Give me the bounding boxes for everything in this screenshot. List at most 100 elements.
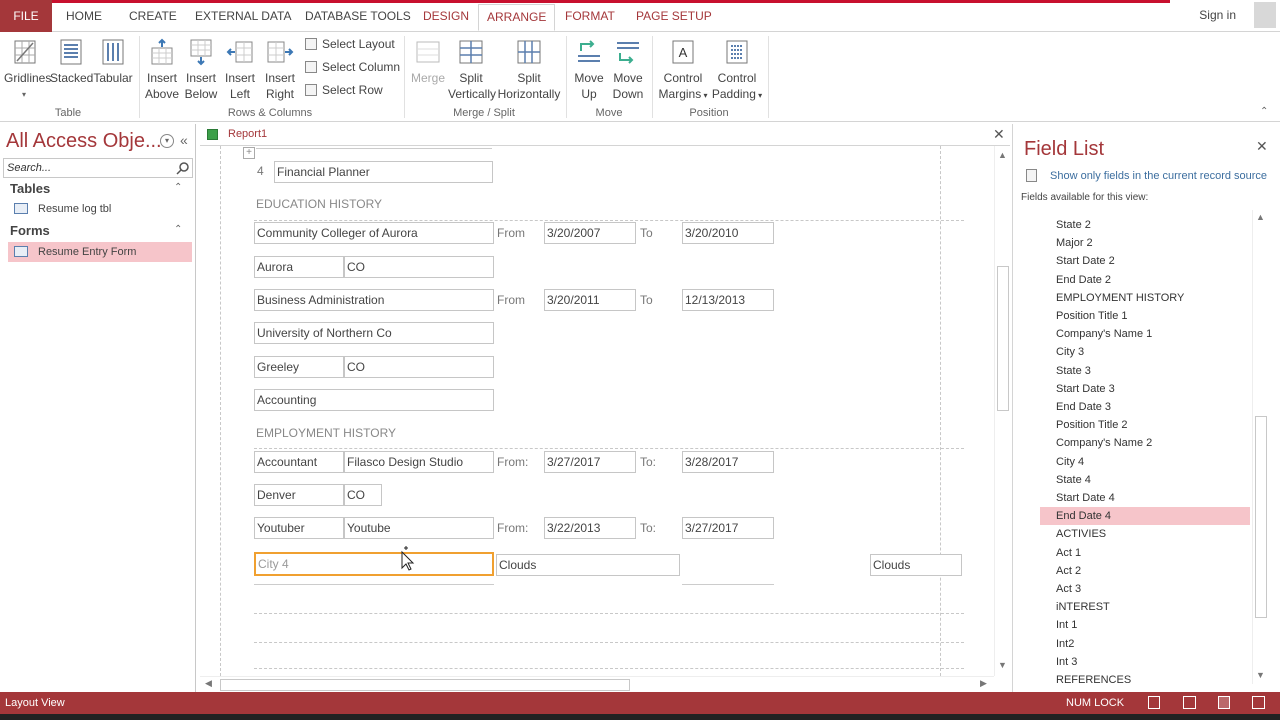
scroll-right-icon[interactable]: ▶ — [980, 678, 987, 689]
field-end-date[interactable]: 3/27/2017 — [682, 517, 774, 539]
field-position-title[interactable]: Accountant — [254, 451, 344, 473]
field-state[interactable]: CO — [344, 484, 382, 506]
field-list-item[interactable]: Position Title 1 — [1040, 307, 1250, 325]
tab-external-data[interactable]: EXTERNAL DATA — [187, 4, 299, 31]
split-vertically-button[interactable]: Split Vertically — [448, 38, 496, 102]
field-end-date[interactable]: 12/13/2013 — [682, 289, 774, 311]
field-city[interactable]: Denver — [254, 484, 344, 506]
move-up-button[interactable]: Move Up — [570, 38, 608, 102]
nav-pane-title[interactable]: All Access Obje... — [6, 130, 162, 153]
select-column-button[interactable]: Select Column — [305, 60, 400, 74]
tab-arrange[interactable]: ARRANGE — [478, 4, 556, 31]
report-view-icon[interactable] — [1148, 696, 1160, 709]
collapse-ribbon-icon[interactable]: ⌃ — [1260, 106, 1268, 117]
field-company-name[interactable]: Filasco Design Studio — [344, 451, 494, 473]
insert-below-button[interactable]: Insert Below — [181, 38, 221, 102]
tab-home[interactable]: HOME — [58, 4, 110, 31]
tab-create[interactable]: CREATE — [121, 4, 185, 31]
field-list-item[interactable]: City 4 — [1040, 453, 1250, 471]
nav-dropdown-icon[interactable]: ▾ — [160, 134, 174, 148]
field-list-item[interactable]: State 3 — [1040, 362, 1250, 380]
field-end-date[interactable]: 3/28/2017 — [682, 451, 774, 473]
tab-report1[interactable]: Report1 — [228, 128, 267, 140]
field-list-item[interactable]: End Date 3 — [1040, 398, 1250, 416]
nav-section-forms[interactable]: Forms — [0, 220, 196, 242]
field-start-date[interactable]: 3/20/2011 — [544, 289, 636, 311]
select-layout-button[interactable]: Select Layout — [305, 37, 395, 51]
field-list-item[interactable]: Int 1 — [1040, 616, 1250, 634]
insert-left-button[interactable]: Insert Left — [220, 38, 260, 102]
gridlines-button[interactable]: Gridlines — [4, 38, 51, 86]
sign-in-link[interactable]: Sign in — [1199, 8, 1236, 22]
insert-above-button[interactable]: Insert Above — [142, 38, 182, 102]
shutter-bar-icon[interactable]: « — [180, 132, 188, 148]
collapse-section-icon[interactable]: ⌃ — [174, 224, 182, 235]
tab-design[interactable]: DESIGN — [415, 4, 477, 31]
field-state[interactable]: CO — [344, 256, 494, 278]
control-margins-button[interactable]: A Control Margins ▾ — [656, 38, 710, 104]
tab-file[interactable]: FILE — [0, 0, 52, 32]
design-view-icon[interactable] — [1252, 696, 1265, 709]
field-list-item[interactable]: Start Date 4 — [1040, 489, 1250, 507]
field-start-date[interactable]: 3/22/2013 — [544, 517, 636, 539]
field-major[interactable]: Business Administration — [254, 289, 494, 311]
scroll-thumb[interactable] — [997, 266, 1009, 411]
field-list-item[interactable]: Start Date 2 — [1040, 252, 1250, 270]
scroll-down-icon[interactable]: ▼ — [998, 660, 1007, 670]
select-row-button[interactable]: Select Row — [305, 83, 383, 97]
field-list-item[interactable]: End Date 4 — [1040, 507, 1250, 526]
field-company-name[interactable]: Youtube — [344, 517, 494, 539]
scroll-up-icon[interactable]: ▲ — [1256, 212, 1265, 222]
field-state[interactable]: CO — [344, 356, 494, 378]
scroll-thumb[interactable] — [1255, 416, 1267, 618]
field-list-item[interactable]: ACTIVIES — [1040, 525, 1250, 543]
field-list-item[interactable]: EMPLOYMENT HISTORY — [1040, 289, 1250, 307]
field-company-name[interactable]: Clouds — [496, 554, 680, 576]
field-list-item[interactable]: Act 2 — [1040, 562, 1250, 580]
field-list-item[interactable]: Act 3 — [1040, 580, 1250, 598]
field-city[interactable]: Greeley — [254, 356, 344, 378]
field-start-date[interactable]: 3/27/2017 — [544, 451, 636, 473]
layout-view-icon[interactable] — [1218, 696, 1230, 709]
avatar[interactable] — [1254, 2, 1276, 28]
field-list-item[interactable]: City 3 — [1040, 343, 1250, 361]
field-list-item[interactable]: REFERENCES — [1040, 671, 1250, 689]
print-preview-icon[interactable] — [1183, 696, 1196, 709]
field-major[interactable]: Accounting — [254, 389, 494, 411]
split-horizontally-button[interactable]: Split Horizontally — [496, 38, 562, 102]
scroll-up-icon[interactable]: ▲ — [998, 150, 1007, 160]
tabular-button[interactable]: Tabular — [92, 38, 134, 86]
close-field-list-icon[interactable]: ✕ — [1256, 138, 1268, 155]
show-only-fields-link[interactable]: Show only fields in the current record s… — [1050, 170, 1267, 182]
field-list-item[interactable]: Company's Name 2 — [1040, 434, 1250, 452]
field-list-item[interactable]: Major 2 — [1040, 234, 1250, 252]
move-down-button[interactable]: Move Down — [609, 38, 647, 102]
tab-database-tools[interactable]: DATABASE TOOLS — [297, 4, 419, 31]
field-financial-planner[interactable]: Financial Planner — [274, 161, 493, 183]
close-document-icon[interactable]: ✕ — [993, 126, 1005, 143]
field-start-date[interactable]: 3/20/2007 — [544, 222, 636, 244]
field-list-item[interactable]: iNTEREST — [1040, 598, 1250, 616]
field-company-name[interactable]: Clouds — [870, 554, 962, 576]
report-vertical-scrollbar[interactable]: ▲ ▼ — [994, 146, 1010, 676]
field-list-item[interactable]: End Date 2 — [1040, 271, 1250, 289]
tab-page-setup[interactable]: PAGE SETUP — [628, 4, 720, 31]
gridlines-dropdown-icon[interactable]: ▾ — [22, 90, 26, 99]
field-list-item[interactable]: Int2 — [1040, 635, 1250, 653]
stacked-button[interactable]: Stacked — [50, 38, 93, 86]
nav-item-resume-log-tbl[interactable]: Resume log tbl — [8, 199, 192, 219]
search-icon[interactable] — [176, 161, 190, 175]
tab-format[interactable]: FORMAT — [557, 4, 623, 31]
field-list-item[interactable]: State 4 — [1040, 471, 1250, 489]
field-list-item[interactable]: Act 1 — [1040, 544, 1250, 562]
merge-button[interactable]: Merge — [408, 38, 448, 86]
layout-selector-icon[interactable]: + — [243, 147, 255, 159]
field-end-date[interactable]: 3/20/2010 — [682, 222, 774, 244]
collapse-section-icon[interactable]: ⌃ — [174, 182, 182, 193]
field-list-item[interactable]: Company's Name 1 — [1040, 325, 1250, 343]
field-list-item[interactable]: State 2 — [1040, 216, 1250, 234]
field-list-item[interactable]: Int 3 — [1040, 653, 1250, 671]
field-list-item[interactable]: Start Date 3 — [1040, 380, 1250, 398]
field-city-4-selected[interactable]: City 4 — [254, 552, 494, 576]
scroll-down-icon[interactable]: ▼ — [1256, 670, 1265, 680]
